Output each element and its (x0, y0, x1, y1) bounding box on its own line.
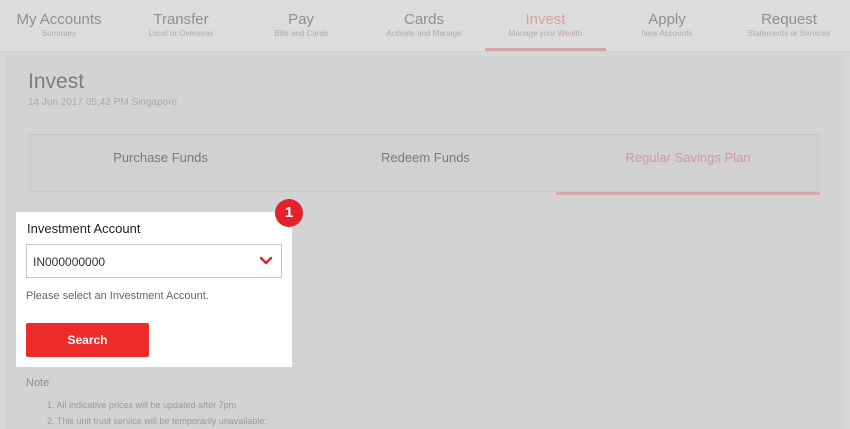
chevron-down-icon (259, 256, 273, 265)
investment-account-label: Investment Account (27, 221, 141, 236)
nav-sublabel: Statements or Services (747, 29, 831, 38)
tab-regular-savings-plan[interactable]: Regular Savings Plan (556, 135, 820, 195)
nav-request[interactable]: Request Statements or Services (738, 0, 840, 52)
nav-label: Pay (288, 11, 314, 28)
nav-sublabel: Summary (41, 29, 77, 38)
nav-apply[interactable]: Apply New Accounts (616, 0, 718, 52)
nav-sublabel: Activate and Manage (386, 29, 462, 38)
tab-label: Purchase Funds (113, 150, 208, 165)
nav-label: Cards (403, 11, 444, 28)
nav-transfer[interactable]: Transfer Local or Overseas (130, 0, 232, 52)
nav-label: Apply (648, 11, 686, 28)
invest-subtabs: Purchase Funds Redeem Funds Regular Savi… (28, 134, 820, 195)
step-badge: 1 (275, 199, 303, 227)
nav-sublabel: Local or Overseas (148, 29, 214, 38)
note-title: Note (26, 377, 50, 389)
tab-label: Redeem Funds (381, 150, 470, 165)
nav-sublabel: New Accounts (641, 29, 693, 38)
note-item: 1. All indicative prices will be updated… (47, 400, 237, 410)
page-title: Invest (28, 70, 85, 93)
nav-label: Transfer (153, 11, 209, 28)
page-timestamp: 14 Jun 2017 05:42 PM Singapore (28, 97, 177, 108)
investment-account-select[interactable]: IN000000000 (26, 244, 282, 278)
selected-account-value: IN000000000 (33, 255, 106, 269)
investment-account-panel: Investment Account IN000000000 Please se… (16, 212, 292, 367)
nav-label: Invest (525, 11, 566, 28)
active-tab-indicator (556, 192, 820, 195)
top-navigation: My Accounts Summary Transfer Local or Ov… (0, 0, 850, 52)
nav-label: My Accounts (16, 11, 102, 28)
tab-label: Regular Savings Plan (625, 150, 751, 165)
nav-label: Request (761, 11, 817, 28)
nav-sublabel: Manage your Wealth (508, 29, 583, 38)
tab-redeem-funds[interactable]: Redeem Funds (293, 135, 558, 193)
note-item: 2. This unit trust service will be tempo… (47, 416, 267, 426)
tab-purchase-funds[interactable]: Purchase Funds (28, 135, 293, 193)
nav-cards[interactable]: Cards Activate and Manage (373, 0, 475, 52)
helper-text: Please select an Investment Account. (26, 290, 209, 302)
search-button[interactable]: Search (26, 323, 149, 357)
nav-sublabel: Bills and Cards (274, 29, 328, 38)
active-nav-indicator (485, 48, 606, 51)
nav-my-accounts[interactable]: My Accounts Summary (8, 0, 110, 52)
nav-invest[interactable]: Invest Manage your Wealth (485, 0, 606, 52)
nav-pay[interactable]: Pay Bills and Cards (250, 0, 352, 52)
